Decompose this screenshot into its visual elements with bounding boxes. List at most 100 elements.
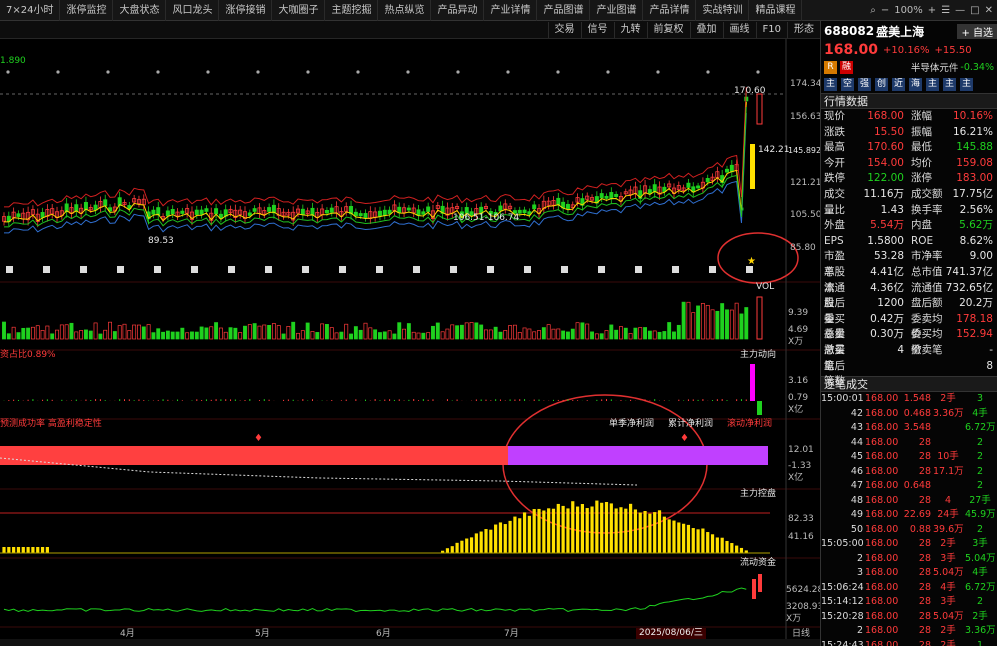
control-bar [518,518,522,553]
nav-tab[interactable]: 大盘状态 [113,0,167,21]
volume-bar [450,324,455,340]
nav-tab[interactable]: 产品图谱 [537,0,591,21]
control-bar [571,501,575,553]
event-pin-icon: ♦ [254,433,263,444]
search-icon[interactable]: ⌕ [870,5,876,16]
toolbar-item[interactable]: 九转 [613,21,647,38]
toolbar-item[interactable]: 形态 [787,21,820,38]
nav-tab[interactable]: 产品异动 [431,0,485,21]
nav-tab[interactable]: 涨停监控 [60,0,114,21]
control-bar [575,506,580,553]
menu-icon[interactable]: ☰ [941,5,950,16]
volume-bar [657,331,662,340]
trade-p: 168.00 [865,625,899,637]
trade-h: 3手 [940,596,956,608]
toolbar-item[interactable]: F10 [755,21,787,38]
control-bar [662,516,666,553]
stock-tag[interactable]: 主 [824,77,837,91]
control-bar [469,537,474,553]
toolbar-item[interactable]: 前复权 [646,21,690,38]
nav-tab[interactable]: 7×24小时 [0,0,61,21]
nav-tab[interactable]: 大咖圈子 [272,0,326,21]
marker-dot [106,70,110,74]
marker-dot [156,70,160,74]
profit-tab-quarter[interactable]: 单季净利润 [609,419,654,430]
nav-tab[interactable]: 产品详情 [643,0,697,21]
event-icon [191,266,198,273]
minus-zoom-button[interactable]: − [881,5,889,16]
volume-bar [397,322,402,340]
nav-tab[interactable]: 实战特训 [696,0,750,21]
quote-row: 总股本 4.41亿 总市值 741.37亿 [821,265,997,294]
kline-chart-area[interactable]: ★ ♦ ♦ 1.890 174.34 156.63 121.21 105.50 85… [0,39,823,646]
volume-bar [406,323,411,340]
event-icon [154,266,161,273]
quote-v: 1.5800 [867,234,904,247]
quote-v: 122.00 [867,172,904,185]
volume-bar [267,324,272,340]
control-bar [445,548,450,553]
quote-v: 11.16万 [863,187,904,200]
plus-zoom-button[interactable]: + [928,5,936,16]
volume-bar [469,322,474,340]
event-icon [376,266,383,273]
nav-tab[interactable]: 涨停接销 [219,0,273,21]
control-tick-1: 82.33 [788,514,814,524]
quote-v: 154.00 [867,156,904,169]
maximize-icon[interactable]: □ [970,5,979,16]
toolbar-item[interactable]: 画线 [722,21,756,38]
volume-bar [209,326,214,340]
nav-tab[interactable]: 热点纵览 [378,0,432,21]
stock-tag[interactable]: 主 [943,77,956,91]
volume-bar [681,301,686,340]
fund-flow-bar [758,574,762,592]
stock-tag[interactable]: 近 [892,77,905,91]
volume-bar [464,322,469,340]
trade-t: 45 [850,451,863,463]
event-icon [80,266,87,273]
candle [247,212,252,216]
control-bar [710,534,715,553]
stock-tag[interactable]: 创 [875,77,888,91]
trade-t: 2 [856,552,863,564]
trade-h: 3手 [940,552,956,564]
volume-bar [238,332,243,340]
toolbar-item[interactable]: 叠加 [689,21,723,38]
minimize-icon[interactable]: — [955,5,965,16]
candle [387,209,392,215]
nav-tab[interactable]: 产业详情 [484,0,538,21]
nav-tab[interactable]: 风口龙头 [166,0,220,21]
control-bar [585,508,589,553]
stock-tag[interactable]: 空 [841,77,854,91]
nav-tab[interactable]: 精品课程 [749,0,803,21]
trade-p: 168.00 [865,480,899,492]
control-bar [696,529,700,553]
volume-bar [440,331,445,340]
stock-tag[interactable]: 主 [960,77,973,91]
candle [353,211,358,217]
add-watchlist-button[interactable]: + 自选 [957,23,997,39]
quote-row: 委买总量 0.42万 委卖均价 178.18 [821,312,997,341]
nav-tab[interactable]: 主题挖掘 [325,0,379,21]
close-icon[interactable]: ✕ [985,5,993,16]
stock-tag[interactable]: 强 [858,77,871,91]
profit-tab-cumulative[interactable]: 累计净利润 [668,419,713,430]
quote-k: 总股本 [824,265,845,294]
sector-name[interactable]: 半导体元件 [911,60,959,74]
control-bar [513,516,517,553]
profit-tab-rolling[interactable]: 滚动净利润 [727,419,772,430]
toolbar-item[interactable]: 信号 [580,21,614,38]
toolbar-item[interactable]: 交易 [547,21,581,38]
control-bar [527,515,531,553]
quote-k: 今开 [824,156,845,169]
quote-v2: 145.88 [956,141,993,154]
nav-tab[interactable]: 产业图谱 [590,0,644,21]
period-label[interactable]: 日线 [792,629,810,640]
event-icon [339,266,346,273]
control-bar [474,533,478,553]
kline-chart[interactable]: ★ ♦ ♦ [0,39,820,646]
control-bar [730,543,734,553]
stock-tag[interactable]: 主 [926,77,939,91]
trade-x: 6.72万 [965,422,996,434]
stock-tag[interactable]: 海 [909,77,922,91]
